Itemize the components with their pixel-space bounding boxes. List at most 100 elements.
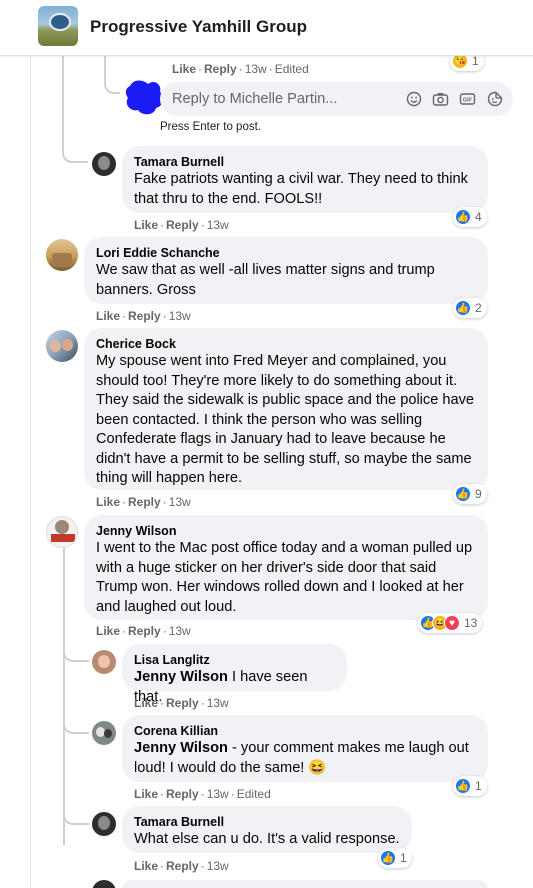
like-reaction-icon: 👍 xyxy=(455,486,471,502)
comment-text: We saw that as well -all lives matter si… xyxy=(96,262,435,298)
timestamp[interactable]: 13w xyxy=(207,787,229,801)
avatar[interactable] xyxy=(46,239,78,271)
comment-actions: Like · Reply · 13w xyxy=(96,309,191,323)
comment-text: Fake patriots wanting a civil war. They … xyxy=(134,171,468,207)
reaction-summary[interactable]: 👍 2 xyxy=(453,298,487,318)
reply-link[interactable]: Reply xyxy=(128,309,161,323)
reaction-count: 1 xyxy=(400,851,407,865)
thread-line xyxy=(62,56,64,144)
comment-text: What else can u do. It's a valid respons… xyxy=(134,831,400,847)
comment-author[interactable]: Lisa Langlitz xyxy=(134,652,335,668)
group-title[interactable]: Progressive Yamhill Group xyxy=(90,17,307,37)
reaction-count: 4 xyxy=(475,210,482,224)
sticker-icon[interactable] xyxy=(486,91,503,108)
comment-text: Jenny Wilson - your comment makes me lau… xyxy=(134,739,476,778)
like-link[interactable]: Like xyxy=(134,696,158,710)
panel-border xyxy=(30,56,31,888)
timestamp[interactable]: 13w xyxy=(169,495,191,509)
group-logo[interactable] xyxy=(38,6,78,46)
comment-author[interactable]: Corena Killian xyxy=(134,723,476,739)
like-reaction-icon: 👍 xyxy=(455,300,471,316)
thread-connector xyxy=(63,640,89,662)
like-link[interactable]: Like xyxy=(96,309,120,323)
comment-author[interactable]: Tamara Burnell xyxy=(134,154,476,170)
thread-connector xyxy=(104,62,120,94)
edited-label: Edited xyxy=(274,62,309,76)
reply-link[interactable]: Reply xyxy=(204,62,237,76)
reply-link[interactable]: Reply xyxy=(166,787,199,801)
reaction-summary[interactable]: 👍 1 xyxy=(378,848,412,868)
avatar[interactable] xyxy=(92,152,116,176)
avatar[interactable] xyxy=(46,330,78,362)
comment-text: I went to the Mac post office today and … xyxy=(96,540,473,615)
avatar[interactable] xyxy=(46,516,78,548)
timestamp[interactable]: 13w xyxy=(207,696,229,710)
like-link[interactable]: Like xyxy=(96,624,120,638)
mention-link[interactable]: Jenny Wilson xyxy=(134,740,228,756)
reply-placeholder: Reply to Michelle Partin... xyxy=(172,91,338,107)
comment-author[interactable]: Cherice Bock xyxy=(96,336,476,352)
thread-connector xyxy=(62,140,88,163)
comment-actions: Like · Reply · 13w xyxy=(96,624,191,638)
comment-actions: Like · Reply · 13w · Edited xyxy=(172,62,309,76)
mention-link[interactable]: Jenny Wilson xyxy=(134,669,228,685)
comment-bubble: Tamara Burnell Fake patriots wanting a c… xyxy=(122,146,488,213)
love-reaction-icon: ♥ xyxy=(444,615,460,631)
reaction-summary[interactable]: 👍 4 xyxy=(453,207,487,227)
comment-text: My spouse went into Fred Meyer and compl… xyxy=(96,353,475,486)
reaction-summary[interactable]: 👍 😆 ♥ 13 xyxy=(418,613,483,633)
reply-link[interactable]: Reply xyxy=(166,859,199,873)
like-link[interactable]: Like xyxy=(134,218,158,232)
camera-icon[interactable] xyxy=(432,91,449,108)
comment-bubble: Lori Eddie Schanche We saw that as well … xyxy=(84,237,488,304)
comment-bubble: Jenny Wilson I went to the Mac post offi… xyxy=(84,515,488,620)
like-link[interactable]: Like xyxy=(96,495,120,509)
emoji-icon[interactable] xyxy=(405,91,422,108)
comment-bubble: Lisa Langlitz Jenny Wilson I have seen t… xyxy=(122,644,347,705)
like-reaction-icon: 👍 xyxy=(380,850,396,866)
like-reaction-icon: 👍 xyxy=(455,778,471,794)
reaction-count: 1 xyxy=(472,54,479,68)
timestamp[interactable]: 13w xyxy=(169,624,191,638)
reply-link[interactable]: Reply xyxy=(128,495,161,509)
thread-connector xyxy=(63,712,89,734)
comment-bubble: Tamara Burnell What else can u do. It's … xyxy=(122,806,412,853)
comment-actions: Like · Reply · 13w xyxy=(134,218,229,232)
comment-author[interactable]: Lori Eddie Schanche xyxy=(96,245,476,261)
thread-connector xyxy=(63,803,89,825)
avatar[interactable] xyxy=(92,650,116,674)
comment-actions: Like · Reply · 13w xyxy=(96,495,191,509)
avatar[interactable] xyxy=(92,721,116,745)
post-hint: Press Enter to post. xyxy=(160,121,261,133)
group-header: Progressive Yamhill Group xyxy=(0,0,533,56)
timestamp[interactable]: 13w xyxy=(169,309,191,323)
reply-link[interactable]: Reply xyxy=(166,696,199,710)
timestamp[interactable]: 13w xyxy=(207,859,229,873)
comment-author[interactable]: Tamara Burnell xyxy=(134,814,400,830)
comment-actions: Like · Reply · 13w · Edited xyxy=(134,787,271,801)
reaction-count: 13 xyxy=(464,616,478,630)
gif-icon[interactable]: GIF xyxy=(459,91,476,108)
reply-link[interactable]: Reply xyxy=(128,624,161,638)
svg-text:GIF: GIF xyxy=(463,98,473,104)
like-link[interactable]: Like xyxy=(172,62,196,76)
reply-link[interactable]: Reply xyxy=(166,218,199,232)
thread-line xyxy=(63,545,65,845)
comment-bubble: Corena Killian Jenny Wilson - your comme… xyxy=(122,715,488,782)
comment-actions: Like · Reply · 13w xyxy=(134,696,229,710)
reply-input[interactable]: Reply to Michelle Partin... GIF xyxy=(160,82,513,116)
comment-bubble: Cherice Bock My spouse went into Fred Me… xyxy=(84,328,488,490)
reaction-count: 1 xyxy=(475,779,482,793)
avatar[interactable] xyxy=(92,812,116,836)
timestamp[interactable]: 13w xyxy=(207,218,229,232)
reaction-summary[interactable]: 👍 9 xyxy=(453,484,487,504)
edited-label: Edited xyxy=(236,787,271,801)
like-link[interactable]: Like xyxy=(134,787,158,801)
reaction-count: 2 xyxy=(475,301,482,315)
comment-actions: Like · Reply · 13w xyxy=(134,859,229,873)
like-link[interactable]: Like xyxy=(134,859,158,873)
comment-author[interactable]: Jenny Wilson xyxy=(96,523,476,539)
timestamp[interactable]: 13w xyxy=(245,62,267,76)
like-reaction-icon: 👍 xyxy=(455,209,471,225)
reaction-summary[interactable]: 👍 1 xyxy=(453,776,487,796)
